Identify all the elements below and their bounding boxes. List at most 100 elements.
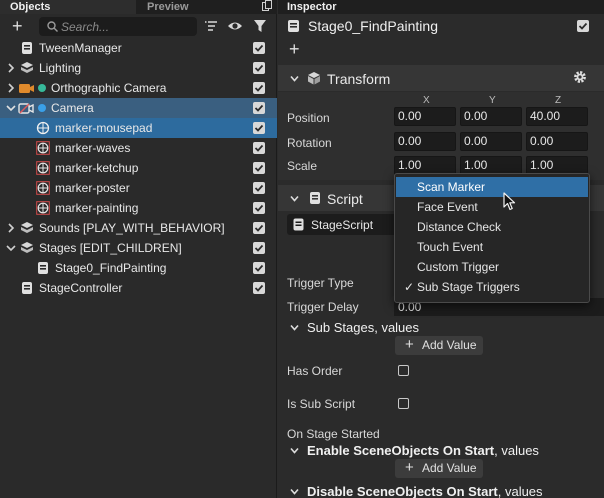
tree-row-stage0-findpainting[interactable]: Stage0_FindPainting — [0, 258, 277, 278]
section-title: Script — [327, 191, 363, 207]
visibility-checkbox[interactable] — [253, 202, 265, 214]
tree-row-stages[interactable]: Stages [EDIT_CHILDREN] — [0, 238, 277, 258]
dropdown-item-label: Touch Event — [417, 240, 484, 254]
gear-icon[interactable] — [573, 70, 587, 84]
visibility-checkbox[interactable] — [253, 62, 265, 74]
rotation-y-field[interactable]: 0.00 — [460, 132, 522, 151]
position-label: Position — [287, 111, 330, 125]
script-object-icon — [38, 262, 48, 274]
camera-icon — [19, 84, 34, 93]
collapse-arrow-icon[interactable] — [290, 74, 299, 83]
plus-icon: + — [405, 336, 414, 353]
tab-objects[interactable]: Objects — [0, 0, 136, 14]
tree-label: Sounds [PLAY_WITH_BEHAVIOR] — [39, 221, 225, 235]
tree-label: TweenManager — [39, 41, 122, 55]
rotation-x-field[interactable]: 0.00 — [394, 132, 456, 151]
has-order-checkbox[interactable] — [398, 365, 409, 376]
collapse-arrow-icon[interactable] — [290, 194, 299, 203]
visibility-checkbox[interactable] — [253, 102, 265, 114]
transform-header[interactable]: Transform — [278, 65, 604, 91]
tree-row-camera[interactable]: Camera — [0, 98, 277, 118]
is-sub-script-checkbox[interactable] — [398, 398, 409, 409]
collapse-arrow-icon[interactable] — [290, 446, 299, 455]
sub-stages-suffix: , values — [374, 320, 420, 335]
visibility-checkbox[interactable] — [253, 182, 265, 194]
tree-row-marker-mousepad[interactable]: marker-mousepad — [0, 118, 277, 138]
trigger-type-dropdown[interactable]: Scan Marker Face Event Distance Check To… — [394, 173, 590, 303]
dropdown-item-sub-stage-triggers[interactable]: ✓ Sub Stage Triggers — [396, 277, 588, 297]
expand-arrow-icon[interactable] — [6, 223, 16, 233]
add-component-button[interactable]: + — [289, 40, 300, 58]
position-z-field[interactable]: 40.00 — [526, 107, 588, 126]
tree-label: marker-ketchup — [55, 161, 139, 175]
on-stage-started-label: On Stage Started — [287, 427, 380, 441]
tree-label: marker-mousepad — [55, 121, 153, 135]
has-order-label: Has Order — [287, 364, 343, 378]
tree-row-marker-ketchup[interactable]: marker-ketchup — [0, 158, 277, 178]
eye-icon[interactable] — [227, 19, 243, 33]
add-object-button[interactable]: + — [12, 15, 23, 37]
expand-arrow-icon[interactable] — [6, 63, 16, 73]
tree-row-sounds[interactable]: Sounds [PLAY_WITH_BEHAVIOR] — [0, 218, 277, 238]
position-y-field[interactable]: 0.00 — [460, 107, 522, 126]
group-icon — [21, 222, 33, 233]
visibility-checkbox[interactable] — [253, 222, 265, 234]
sort-list-icon[interactable] — [204, 19, 218, 33]
visibility-checkbox[interactable] — [253, 262, 265, 274]
visibility-checkbox[interactable] — [253, 282, 265, 294]
tree-row-marker-painting[interactable]: marker-painting — [0, 198, 277, 218]
sub-stages-add-value-button[interactable]: + Add Value — [395, 336, 483, 355]
objects-toolbar: + — [0, 14, 277, 38]
script-icon — [310, 192, 320, 204]
search-input[interactable] — [61, 18, 191, 35]
dropdown-item-touch-event[interactable]: Touch Event — [396, 237, 588, 257]
visibility-checkbox[interactable] — [253, 82, 265, 94]
transform-icon — [308, 72, 320, 85]
tree-row-orthographic-camera[interactable]: Orthographic Camera — [0, 78, 277, 98]
filter-icon[interactable] — [253, 19, 267, 33]
collapse-arrow-icon[interactable] — [290, 487, 299, 496]
axis-label-x: X — [423, 95, 430, 106]
expand-arrow-icon[interactable] — [6, 83, 16, 93]
visibility-checkbox[interactable] — [253, 122, 265, 134]
object-name-field[interactable]: Stage0_FindPainting — [308, 18, 438, 34]
script-asset-label: StageScript — [311, 218, 374, 232]
dropdown-item-custom-trigger[interactable]: Custom Trigger — [396, 257, 588, 277]
tree-label: Stage0_FindPainting — [55, 261, 167, 275]
visibility-checkbox[interactable] — [253, 142, 265, 154]
tree-row-lighting[interactable]: Lighting — [0, 58, 277, 78]
enable-objects-suffix: , values — [494, 443, 539, 458]
copy-icon[interactable] — [262, 0, 272, 12]
collapse-arrow-icon[interactable] — [290, 323, 299, 332]
dropdown-item-face-event[interactable]: Face Event — [396, 197, 588, 217]
objects-panel: Objects Preview + Search... TweenManager… — [0, 0, 277, 498]
tab-preview[interactable]: Preview — [137, 0, 255, 14]
rotation-label: Rotation — [287, 136, 332, 150]
visibility-checkbox[interactable] — [253, 162, 265, 174]
dropdown-item-distance-check[interactable]: Distance Check — [396, 217, 588, 237]
tree-row-stagecontroller[interactable]: StageController — [0, 278, 277, 298]
enable-objects-add-value-button[interactable]: + Add Value — [395, 459, 483, 478]
marker-target-icon — [36, 161, 50, 175]
object-enabled-checkbox[interactable] — [577, 20, 589, 32]
visibility-checkbox[interactable] — [253, 242, 265, 254]
position-x-field[interactable]: 0.00 — [394, 107, 456, 126]
search-box[interactable] — [39, 17, 197, 36]
visibility-checkbox[interactable] — [253, 42, 265, 54]
marker-target-icon — [36, 201, 50, 215]
script-asset-field[interactable]: StageScript — [287, 214, 403, 235]
status-dot-icon — [38, 104, 46, 112]
group-icon — [21, 62, 33, 73]
inspector-tab-bar: Inspector — [278, 0, 604, 14]
collapse-arrow-icon[interactable] — [6, 243, 16, 253]
tree-row-marker-waves[interactable]: marker-waves — [0, 138, 277, 158]
scale-label: Scale — [287, 159, 318, 173]
tree-row-marker-poster[interactable]: marker-poster — [0, 178, 277, 198]
tab-inspector[interactable]: Inspector — [287, 0, 337, 14]
tree-label: Orthographic Camera — [51, 81, 167, 95]
tree-row-tweenmanager[interactable]: TweenManager — [0, 38, 277, 58]
dropdown-item-scan-marker[interactable]: Scan Marker — [396, 177, 588, 197]
rotation-z-field[interactable]: 0.00 — [526, 132, 588, 151]
collapse-arrow-icon[interactable] — [6, 103, 16, 113]
dropdown-item-label: Distance Check — [417, 220, 502, 234]
